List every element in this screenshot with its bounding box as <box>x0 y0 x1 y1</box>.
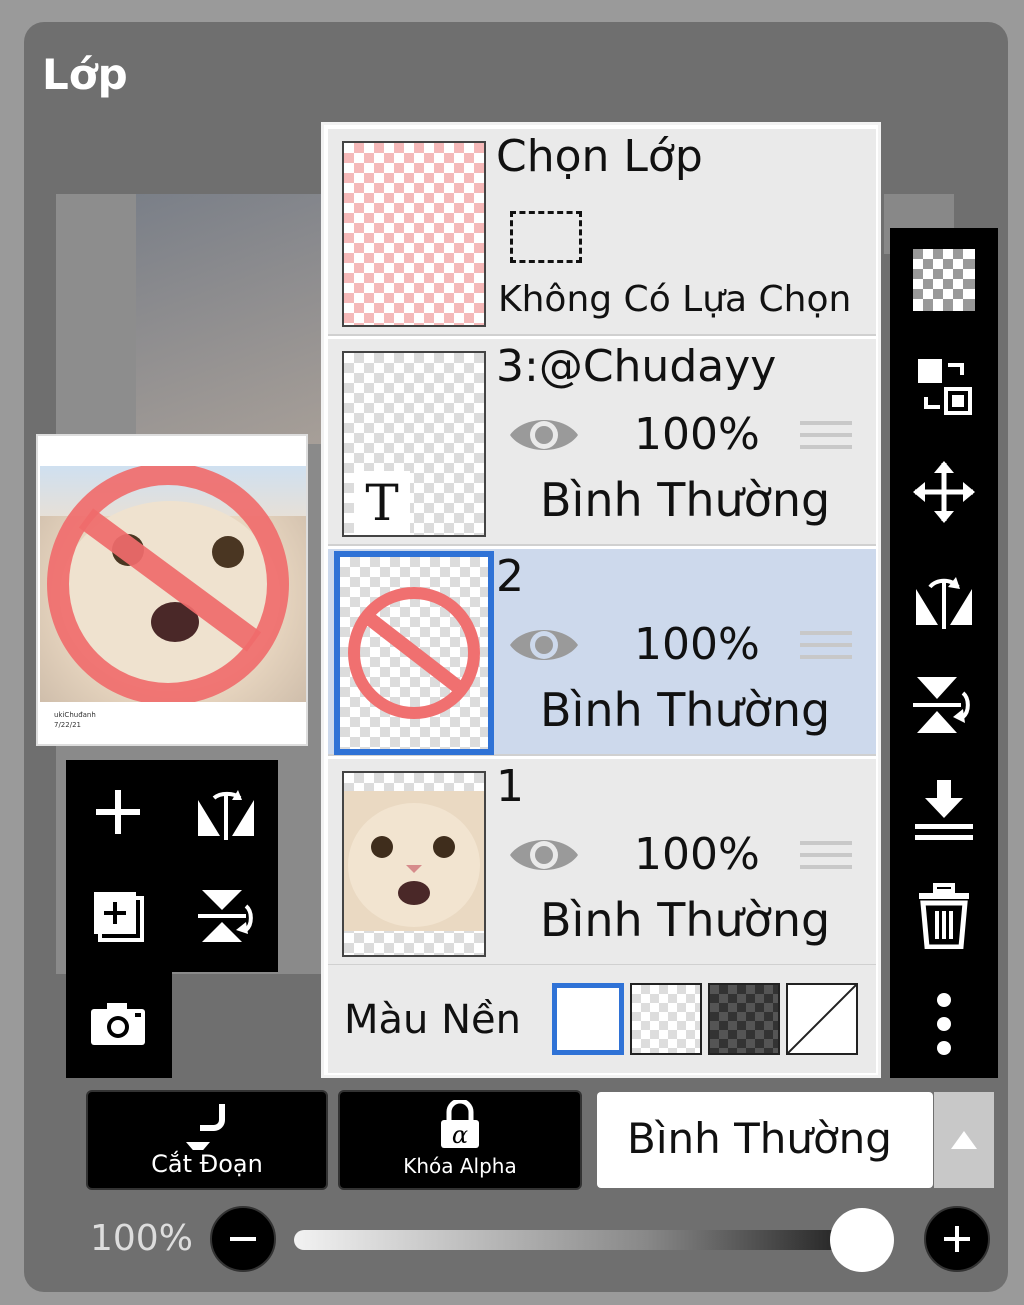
swap-icon <box>918 359 972 415</box>
layer-row-3[interactable]: T 3:@Chudayy 100% Bình Thường <box>328 339 876 546</box>
delete-layer-button[interactable] <box>904 876 984 956</box>
right-toolbar <box>890 228 998 1078</box>
blend-mode-dropdown-button[interactable] <box>934 1092 994 1188</box>
layer-blend-mode: Bình Thường <box>540 473 831 527</box>
layers-panel: Lớp ukiChuđanh 7/22/21 Chọn Lớp Không Có… <box>24 22 1008 1292</box>
layer-opacity: 100% <box>634 409 760 460</box>
clip-arrow-icon <box>186 1104 225 1150</box>
cat-photo-thumbnail <box>344 791 484 931</box>
selection-title: Chọn Lớp <box>496 131 703 182</box>
layer-blend-mode: Bình Thường <box>540 893 831 947</box>
text-layer-icon: T <box>354 471 410 535</box>
preview-photo <box>40 466 306 702</box>
preview-caption-line2: 7/22/21 <box>54 721 81 729</box>
minus-icon <box>230 1237 256 1241</box>
left-toolbar <box>66 760 278 972</box>
flip-horizontal-button[interactable] <box>186 772 266 852</box>
layer-list: Chọn Lớp Không Có Lựa Chọn T 3:@Chudayy … <box>321 122 881 1078</box>
preview-cat-face <box>47 466 289 702</box>
drag-handle-icon[interactable] <box>800 841 852 883</box>
layer-row-1[interactable]: 1 100% Bình Thường <box>328 759 876 966</box>
blend-mode-value: Bình Thường <box>627 1114 892 1163</box>
visibility-eye-icon[interactable] <box>508 833 580 877</box>
move-arrows-icon <box>913 461 975 523</box>
layer-opacity: 100% <box>634 829 760 880</box>
merge-down-button[interactable] <box>904 770 984 850</box>
layer-thumbnail: T <box>342 351 486 537</box>
checkerboard-icon <box>913 249 975 311</box>
move-button[interactable] <box>904 452 984 532</box>
layer-name: 3:@Chudayy <box>496 341 777 392</box>
flip-vertical-button[interactable] <box>186 876 266 956</box>
swap-layer-button[interactable] <box>904 346 984 426</box>
canvas-blur <box>136 194 326 444</box>
clipping-button[interactable]: Cắt Đoạn <box>86 1090 328 1190</box>
clipping-label: Cắt Đoạn <box>151 1150 263 1178</box>
opacity-increase-button[interactable] <box>924 1206 990 1272</box>
canvas-preview[interactable]: ukiChuđanh 7/22/21 <box>36 434 308 746</box>
svg-text:α: α <box>452 1121 468 1149</box>
layer-thumbnail <box>342 771 486 957</box>
layer-opacity: 100% <box>634 619 760 670</box>
flip-vertical-icon <box>913 677 970 733</box>
visibility-eye-icon[interactable] <box>508 623 580 667</box>
bg-swatch-transparent-dark[interactable] <box>708 983 780 1055</box>
canvas-stripe <box>56 194 136 444</box>
flip-horizontal-icon <box>198 790 254 840</box>
layer-thumbnail <box>334 551 494 755</box>
preview-caption-line1: ukiChuđanh <box>54 711 96 719</box>
left-toolbar-camera <box>66 972 172 1078</box>
plus-icon <box>96 790 140 834</box>
layer-name: 2 <box>496 551 524 602</box>
diagonal-slash-icon <box>787 984 857 1054</box>
flip-horizontal-icon <box>916 577 972 629</box>
drag-handle-icon[interactable] <box>800 631 852 673</box>
bg-swatch-none[interactable] <box>786 983 858 1055</box>
camera-icon <box>91 1003 145 1045</box>
flip-layer-horizontal-button[interactable] <box>904 558 984 638</box>
add-layer-button[interactable] <box>78 772 158 852</box>
merge-down-icon <box>915 780 973 840</box>
duplicate-layer-button[interactable] <box>78 876 158 956</box>
flip-vertical-icon <box>198 890 253 942</box>
transparent-fill-button[interactable] <box>904 240 984 320</box>
alpha-lock-icon: α <box>441 1100 479 1149</box>
plus-icon <box>944 1226 970 1252</box>
selection-status: Không Có Lựa Chọn <box>498 279 852 320</box>
selection-thumbnail <box>342 141 486 327</box>
triangle-up-icon <box>951 1131 977 1149</box>
layer-name: 1 <box>496 761 524 812</box>
opacity-value-label: 100% <box>90 1218 193 1259</box>
camera-button[interactable] <box>78 984 158 1064</box>
bg-swatch-transparent-light[interactable] <box>630 983 702 1055</box>
visibility-eye-icon[interactable] <box>508 413 580 457</box>
alpha-lock-label: Khóa Alpha <box>403 1154 517 1178</box>
more-options-button[interactable] <box>904 984 984 1064</box>
blend-mode-select[interactable]: Bình Thường <box>597 1092 933 1188</box>
background-color-row: Màu Nền <box>328 965 876 1073</box>
background-color-label: Màu Nền <box>344 997 521 1043</box>
trash-icon <box>919 883 969 949</box>
more-vertical-icon <box>937 993 951 1055</box>
bg-swatch-white[interactable] <box>552 983 624 1055</box>
duplicate-icon <box>94 892 144 942</box>
selection-marquee-icon <box>510 211 582 263</box>
panel-title: Lớp <box>42 50 128 99</box>
flip-layer-vertical-button[interactable] <box>904 664 984 744</box>
opacity-decrease-button[interactable] <box>210 1206 276 1272</box>
opacity-slider-track[interactable] <box>294 1230 882 1250</box>
layer-blend-mode: Bình Thường <box>540 683 831 737</box>
no-sign-icon <box>348 587 480 719</box>
opacity-slider-knob[interactable] <box>830 1208 894 1272</box>
selection-row[interactable]: Chọn Lớp Không Có Lựa Chọn <box>328 129 876 336</box>
drag-handle-icon[interactable] <box>800 421 852 463</box>
preview-caption: ukiChuđanh 7/22/21 <box>54 710 96 730</box>
layer-row-2[interactable]: 2 100% Bình Thường <box>328 549 876 756</box>
alpha-lock-button[interactable]: α Khóa Alpha <box>338 1090 582 1190</box>
